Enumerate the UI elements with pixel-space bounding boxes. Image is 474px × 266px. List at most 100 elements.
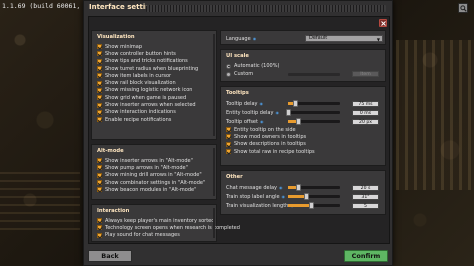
checkbox[interactable] <box>97 51 102 57</box>
checkbox-row[interactable]: Show combinator settings in "Alt-mode" <box>97 179 212 186</box>
checkbox[interactable] <box>226 134 231 140</box>
checkbox[interactable] <box>97 58 102 64</box>
checkbox-row[interactable]: Show controller button hints <box>97 50 212 57</box>
back-button[interactable]: Back <box>88 250 132 262</box>
checkbox-row[interactable]: Show mod owners in tooltips <box>226 133 381 140</box>
tooltips-panel: Tooltips Tooltip delay ◉ 75 ms Entity to… <box>220 86 386 166</box>
checkbox-label: Show inserter arrows when selected <box>105 102 196 109</box>
checkbox[interactable] <box>226 141 231 147</box>
train-label-angle-slider[interactable] <box>288 193 340 200</box>
checkbox-row[interactable]: Play sound for chat messages <box>97 232 212 239</box>
visualization-panel: Visualization Show minimap Show controlle… <box>91 30 217 140</box>
checkbox-row[interactable]: Show pump arrows in "Alt-mode" <box>97 164 212 171</box>
train-label-angle-row: Train stop label angle ◉ 31° <box>226 192 381 201</box>
entity-tooltip-delay-value[interactable]: 0 ms <box>352 109 379 116</box>
settings-content: Visualization Show minimap Show controlle… <box>88 16 390 244</box>
checkbox-row[interactable]: Show beacon modules in "Alt-mode" <box>97 186 212 193</box>
checkbox[interactable] <box>226 127 231 133</box>
checkbox[interactable] <box>97 66 102 72</box>
scrollbar[interactable] <box>213 148 215 196</box>
checkbox[interactable] <box>97 218 102 224</box>
checkbox-row[interactable]: Show item labels in cursor <box>97 72 212 79</box>
interface-settings-dialog: Interface settings Visualization Show mi… <box>83 0 393 266</box>
checkbox[interactable] <box>97 44 102 50</box>
title-drag-handle[interactable] <box>146 5 386 12</box>
checkbox-row[interactable]: Show interaction indications <box>97 109 212 116</box>
search-button[interactable] <box>458 3 468 13</box>
train-vis-length-value[interactable]: 5 <box>352 202 379 209</box>
checkbox-row[interactable]: Show descriptions in tooltips <box>226 141 381 148</box>
checkbox-row[interactable]: Technology screen opens when research is… <box>97 224 240 231</box>
ui-scale-custom-radio[interactable] <box>226 71 231 77</box>
ui-scale-automatic-row[interactable]: Automatic (100%) <box>226 62 381 70</box>
ui-scale-automatic-radio[interactable] <box>226 63 231 69</box>
close-button[interactable] <box>379 19 387 27</box>
checkbox[interactable] <box>97 158 102 164</box>
train-label-angle-value[interactable]: 31° <box>352 193 379 200</box>
tooltip-delay-value[interactable]: 75 ms <box>352 100 379 107</box>
ui-scale-slider[interactable] <box>288 72 340 76</box>
checkbox-row[interactable]: Always keep player's main inventory sort… <box>97 217 214 224</box>
ui-scale-custom-row[interactable]: Custom Item <box>226 70 381 78</box>
checkbox[interactable] <box>97 180 102 186</box>
checkbox-row[interactable]: Show rail block visualization <box>97 79 212 86</box>
checkbox-row[interactable]: Show inserter arrows when selected <box>97 101 212 108</box>
checkbox-row[interactable]: Show grid when game is paused <box>97 94 212 101</box>
checkbox-row[interactable]: Show missing logistic network icon <box>97 87 212 94</box>
tooltip-delay-label: Tooltip delay <box>226 100 258 107</box>
info-icon: ◉ <box>275 110 279 115</box>
train-vis-length-row: Train visualization length ◉ 5 <box>226 201 381 210</box>
checkbox[interactable] <box>97 95 102 101</box>
checkbox[interactable] <box>97 73 102 79</box>
checkbox[interactable] <box>97 80 102 86</box>
checkbox[interactable] <box>97 165 102 171</box>
checkbox-row[interactable]: Show mining drill arrows in "Alt-mode" <box>97 172 212 179</box>
checkbox[interactable] <box>97 187 102 193</box>
chat-delay-value[interactable]: 20 s <box>352 184 379 191</box>
checkbox[interactable] <box>97 172 102 178</box>
confirm-button[interactable]: Confirm <box>344 250 388 262</box>
visualization-list: Show minimap Show controller button hints… <box>97 43 212 123</box>
checkbox-label: Entity tooltip on the side <box>234 126 296 133</box>
checkbox[interactable] <box>97 87 102 93</box>
checkbox-row[interactable]: Show turret radius when blueprinting <box>97 65 212 72</box>
tooltips-heading: Tooltips <box>226 90 249 96</box>
checkbox[interactable] <box>97 102 102 108</box>
checkbox-row[interactable]: Show minimap <box>97 43 212 50</box>
entity-tooltip-delay-slider[interactable] <box>285 109 340 116</box>
checkbox-label: Show missing logistic network icon <box>105 87 193 94</box>
checkbox[interactable] <box>97 225 102 231</box>
tooltip-delay-slider[interactable] <box>288 100 340 107</box>
scrollbar[interactable] <box>213 208 215 238</box>
entity-tooltip-delay-label: Entity tooltip delay <box>226 109 274 116</box>
checkbox[interactable] <box>226 149 231 155</box>
checkbox-row[interactable]: Show tips and tricks notifications <box>97 58 212 65</box>
checkbox[interactable] <box>97 109 102 115</box>
checkbox[interactable] <box>97 117 102 123</box>
tooltip-offset-label: Tooltip offset <box>226 118 258 125</box>
checkbox-row[interactable]: Show inserter arrows in "Alt-mode" <box>97 157 212 164</box>
checkbox[interactable] <box>97 232 102 238</box>
checkbox-label: Show controller button hints <box>105 50 176 57</box>
background-structure-2 <box>0 170 80 230</box>
tooltip-offset-slider[interactable] <box>288 118 340 125</box>
language-label: Language <box>226 35 251 42</box>
search-icon <box>459 4 467 12</box>
checkbox-label: Show mining drill arrows in "Alt-mode" <box>105 172 202 179</box>
altmode-heading: Alt-mode <box>97 148 124 154</box>
scrollbar[interactable] <box>213 34 215 136</box>
tooltip-offset-value[interactable]: 20 px <box>352 118 379 125</box>
train-vis-length-slider[interactable] <box>288 202 340 209</box>
checkbox-row[interactable]: Entity tooltip on the side <box>226 126 381 133</box>
checkbox-label: Show interaction indications <box>105 109 176 116</box>
train-vis-length-label: Train visualization length <box>226 202 289 209</box>
language-dropdown[interactable]: Default ▼ <box>305 35 383 42</box>
checkbox-label: Enable recipe notifications <box>105 116 172 123</box>
checkbox-row[interactable]: Enable recipe notifications <box>97 116 212 123</box>
checkbox-label: Show item labels in cursor <box>105 72 172 79</box>
ui-scale-value[interactable]: Item <box>352 71 379 77</box>
chat-delay-slider[interactable] <box>288 184 340 191</box>
interaction-panel: Interaction Always keep player's main in… <box>91 204 240 242</box>
info-icon: ◉ <box>279 185 283 190</box>
checkbox-row[interactable]: Show total raw in recipe tooltips <box>226 148 381 155</box>
